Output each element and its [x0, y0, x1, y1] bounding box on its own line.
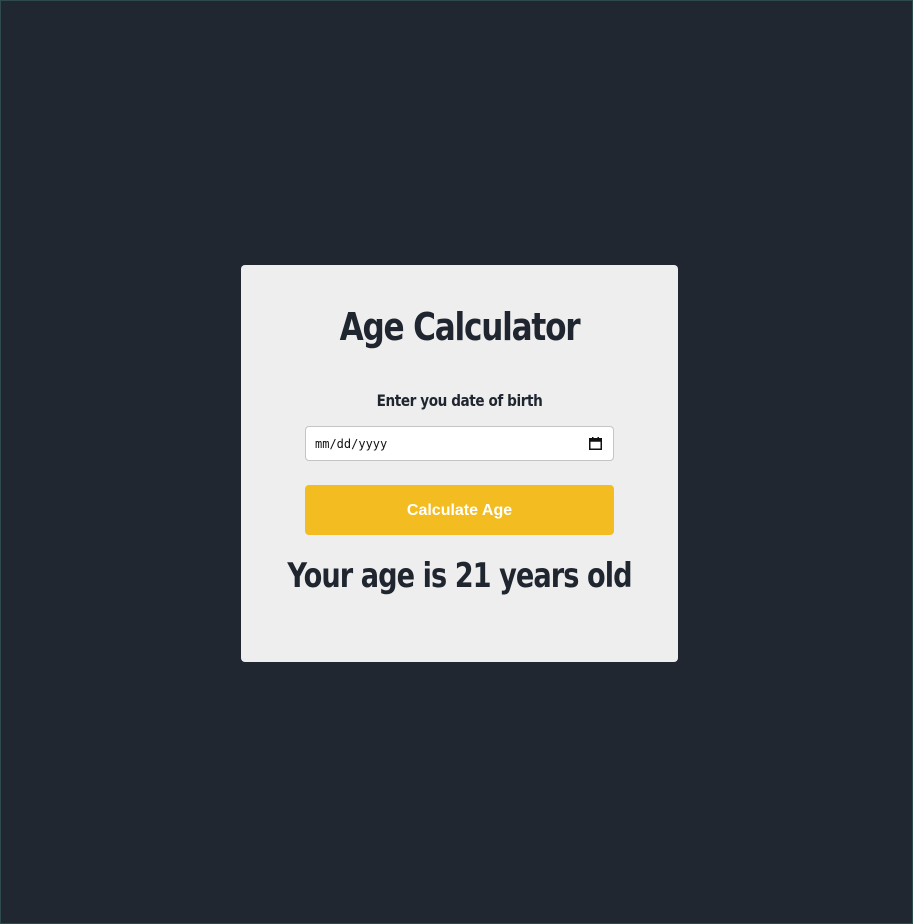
- age-result-text: Your age is 21 years old: [287, 556, 632, 596]
- age-calculator-card: Age Calculator Enter you date of birth m…: [241, 265, 678, 662]
- calculate-age-button[interactable]: Calculate Age: [305, 485, 614, 535]
- page-background: { "app": { "title": "Age Calculator" }, …: [0, 0, 913, 924]
- calendar-icon[interactable]: [589, 437, 602, 450]
- date-of-birth-label: Enter you date of birth: [376, 391, 543, 410]
- date-input-placeholder: mm/dd/yyyy: [315, 437, 388, 451]
- date-of-birth-input[interactable]: mm/dd/yyyy: [305, 426, 614, 461]
- page-title: Age Calculator: [339, 305, 581, 349]
